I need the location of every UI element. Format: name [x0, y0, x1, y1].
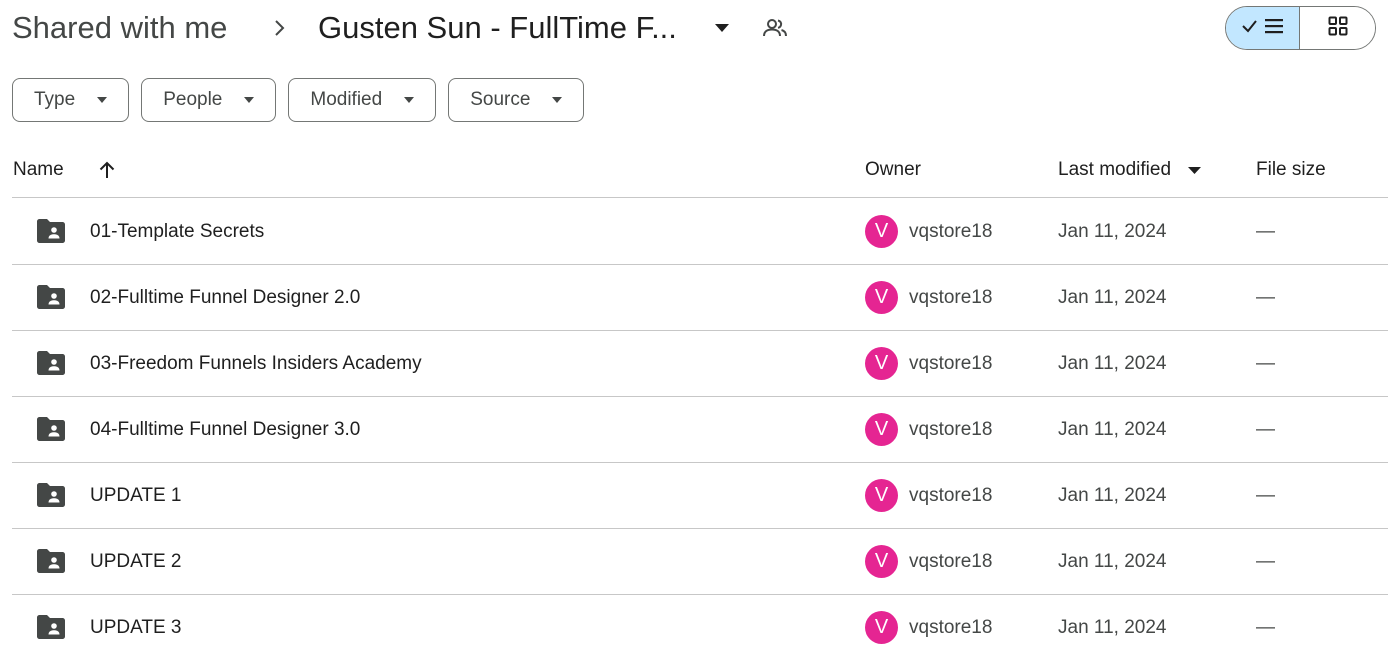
last-modified: Jan 11, 2024 — [1058, 551, 1167, 572]
table-row[interactable]: 04-Fulltime Funnel Designer 3.0 V vqstor… — [12, 397, 1388, 463]
file-name: 01-Template Secrets — [90, 221, 265, 242]
column-header-file-size[interactable]: File size — [1256, 158, 1326, 182]
file-size: — — [1256, 287, 1275, 308]
file-size: — — [1256, 221, 1275, 242]
file-size: — — [1256, 617, 1275, 638]
last-modified: Jan 11, 2024 — [1058, 617, 1167, 638]
caret-down-icon[interactable] — [1187, 164, 1201, 176]
last-modified: Jan 11, 2024 — [1058, 485, 1167, 506]
file-name: UPDATE 1 — [90, 485, 182, 506]
avatar: V — [865, 611, 898, 644]
file-name: UPDATE 3 — [90, 617, 182, 638]
avatar: V — [865, 215, 898, 248]
column-header-last-modified[interactable]: Last modified — [1058, 158, 1171, 182]
owner-name: vqstore18 — [909, 287, 993, 308]
avatar: V — [865, 479, 898, 512]
check-list-icon — [1241, 16, 1285, 41]
shared-folder-icon — [37, 483, 65, 507]
filter-label: Source — [470, 89, 531, 110]
grid-view-button[interactable] — [1300, 7, 1375, 49]
table-row[interactable]: 01-Template Secrets V vqstore18 Jan 11, … — [12, 199, 1388, 265]
avatar: V — [865, 413, 898, 446]
chevron-right-icon — [270, 14, 290, 42]
last-modified: Jan 11, 2024 — [1058, 353, 1167, 374]
filter-source[interactable]: Source — [448, 78, 585, 122]
owner-name: vqstore18 — [909, 221, 993, 242]
grid-icon — [1328, 16, 1348, 41]
file-size: — — [1256, 419, 1275, 440]
file-name: 02-Fulltime Funnel Designer 2.0 — [90, 287, 361, 308]
file-list: 01-Template Secrets V vqstore18 Jan 11, … — [12, 199, 1388, 660]
owner-name: vqstore18 — [909, 353, 993, 374]
avatar: V — [865, 281, 898, 314]
avatar: V — [865, 545, 898, 578]
people-icon[interactable] — [762, 15, 788, 41]
table-header: Name Owner Last modified File size — [12, 144, 1388, 198]
filter-type[interactable]: Type — [12, 78, 130, 122]
column-header-owner[interactable]: Owner — [865, 158, 921, 182]
table-row[interactable]: 03-Freedom Funnels Insiders Academy V vq… — [12, 331, 1388, 397]
file-size: — — [1256, 353, 1275, 374]
arrow-up-icon[interactable] — [96, 158, 118, 182]
last-modified: Jan 11, 2024 — [1058, 287, 1167, 308]
filter-bar: Type People Modified Source — [12, 78, 585, 122]
caret-down-icon — [404, 95, 415, 105]
owner-name: vqstore18 — [909, 419, 993, 440]
filter-label: People — [163, 89, 223, 110]
table-row[interactable]: 02-Fulltime Funnel Designer 2.0 V vqstor… — [12, 265, 1388, 331]
owner-name: vqstore18 — [909, 617, 993, 638]
breadcrumb-current-folder[interactable]: Gusten Sun - FullTime F... — [318, 11, 677, 45]
file-name: 04-Fulltime Funnel Designer 3.0 — [90, 419, 361, 440]
caret-down-icon — [552, 95, 563, 105]
drive-page: Shared with me Gusten Sun - FullTime F..… — [0, 0, 1388, 660]
breadcrumb-shared-with-me[interactable]: Shared with me — [12, 11, 227, 45]
table-row[interactable]: UPDATE 2 V vqstore18 Jan 11, 2024 — — [12, 529, 1388, 595]
filter-people[interactable]: People — [141, 78, 277, 122]
shared-folder-icon — [37, 417, 65, 441]
file-name: 03-Freedom Funnels Insiders Academy — [90, 353, 422, 374]
list-view-button[interactable] — [1226, 7, 1301, 49]
shared-folder-icon — [37, 351, 65, 375]
column-header-name[interactable]: Name — [13, 158, 64, 182]
shared-folder-icon — [37, 219, 65, 243]
file-name: UPDATE 2 — [90, 551, 182, 572]
caret-down-icon — [244, 95, 255, 105]
last-modified: Jan 11, 2024 — [1058, 221, 1167, 242]
table-row[interactable]: UPDATE 1 V vqstore18 Jan 11, 2024 — — [12, 463, 1388, 529]
caret-down-icon[interactable] — [712, 18, 732, 38]
owner-name: vqstore18 — [909, 551, 993, 572]
shared-folder-icon — [37, 615, 65, 639]
file-size: — — [1256, 485, 1275, 506]
filter-modified[interactable]: Modified — [288, 78, 437, 122]
filter-label: Modified — [310, 89, 383, 110]
shared-folder-icon — [37, 549, 65, 573]
breadcrumb: Shared with me Gusten Sun - FullTime F..… — [12, 6, 1388, 50]
avatar: V — [865, 347, 898, 380]
file-size: — — [1256, 551, 1275, 572]
last-modified: Jan 11, 2024 — [1058, 419, 1167, 440]
table-row[interactable]: UPDATE 3 V vqstore18 Jan 11, 2024 — — [12, 595, 1388, 660]
shared-folder-icon — [37, 285, 65, 309]
owner-name: vqstore18 — [909, 485, 993, 506]
filter-label: Type — [34, 89, 76, 110]
view-toggle — [1225, 6, 1376, 50]
caret-down-icon — [97, 95, 108, 105]
